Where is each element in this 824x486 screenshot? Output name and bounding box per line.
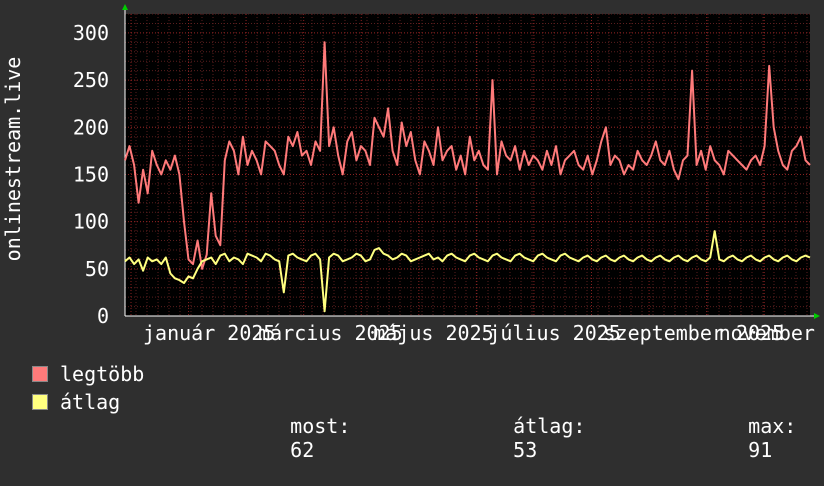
- stat-average: átlag: 53: [465, 390, 585, 486]
- y-axis-arrow: [122, 4, 128, 10]
- legend-swatch-max: [32, 366, 48, 382]
- y-tick-label: 50: [85, 257, 109, 281]
- x-tick-label: május 2025: [373, 321, 493, 345]
- legend-item-avg: átlag: [32, 390, 120, 414]
- x-tick-label: július 2025: [488, 321, 620, 345]
- y-tick-label: 150: [73, 162, 109, 186]
- legend-item-max: legtöbb: [32, 362, 144, 386]
- x-tick-label: november 2025: [719, 321, 824, 345]
- stat-max-label: max:: [748, 414, 797, 438]
- stat-current-label: most:: [290, 414, 351, 438]
- y-tick-label: 250: [73, 68, 109, 92]
- stat-current-value: 62: [290, 438, 315, 462]
- y-tick-label: 0: [97, 304, 109, 328]
- legend-label-avg: átlag: [60, 390, 121, 414]
- stat-current: most: 62: [242, 390, 350, 486]
- y-axis-label: onlinestream.live: [1, 57, 25, 262]
- chart-svg: 0 50 100 150 200 250 300 onlinestream.live januá…: [1, 4, 824, 345]
- y-tick-label: 200: [73, 115, 109, 139]
- y-tick-label: 100: [73, 210, 109, 234]
- legend-label-max: legtöbb: [60, 362, 145, 386]
- legend-swatch-avg: [32, 394, 48, 410]
- stat-average-value: 53: [513, 438, 538, 462]
- x-axis-arrow: [814, 313, 820, 319]
- stat-average-label: átlag:: [513, 414, 586, 438]
- stat-max-value: 91: [748, 438, 773, 462]
- chart-panel: 0 50 100 150 200 250 300 onlinestream.live januá…: [0, 0, 824, 462]
- stat-max: max: 91: [700, 390, 796, 486]
- y-tick-label: 300: [73, 21, 109, 45]
- x-tick-label: január 2025: [143, 321, 275, 345]
